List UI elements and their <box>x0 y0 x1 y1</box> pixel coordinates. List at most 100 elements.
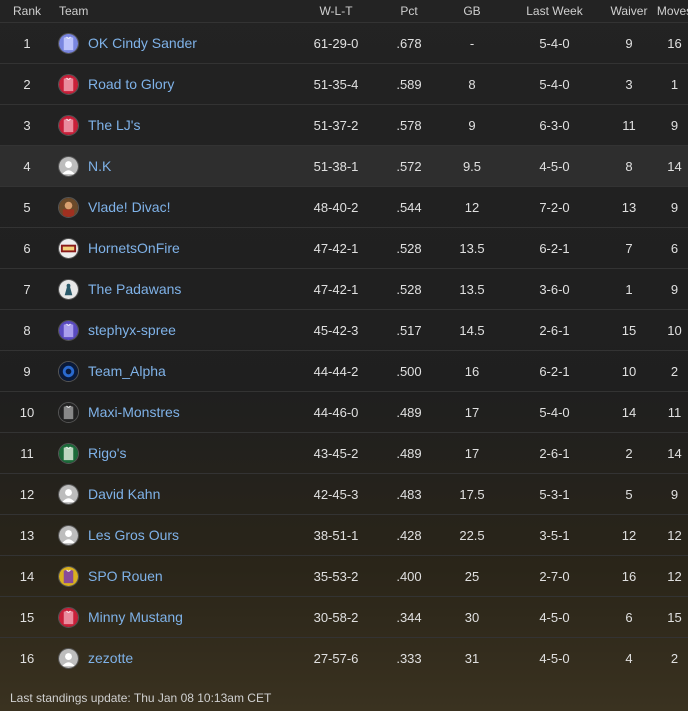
header-moves[interactable]: Moves <box>656 0 688 23</box>
jersey-red-icon[interactable] <box>58 606 79 628</box>
jersey-red-icon[interactable] <box>58 114 79 136</box>
default-avatar-icon[interactable] <box>58 524 79 546</box>
photo-avatar-icon[interactable] <box>58 196 79 218</box>
team-cell: Team_Alpha <box>54 351 291 392</box>
last-update-text: Last standings update: Thu Jan 08 10:13a… <box>10 691 272 705</box>
table-row: 5 Vlade! Divac! 48-40-2 .544 12 7-2-0 13 9 <box>0 186 688 228</box>
padawan-logo-icon[interactable] <box>58 278 79 300</box>
team-cell: Rigo's <box>54 433 291 474</box>
team-name-link[interactable]: zezotte <box>88 650 133 666</box>
team-name-link[interactable]: Vlade! Divac! <box>88 199 170 215</box>
team-cell: HornetsOnFire <box>54 228 291 269</box>
waiver-cell: 7 <box>625 240 633 256</box>
team-name-link[interactable]: OK Cindy Sander <box>88 35 197 51</box>
moves-cell: 14 <box>667 158 682 174</box>
wlt-cell: 51-35-4 <box>313 76 359 92</box>
pct-cell: .483 <box>396 486 422 502</box>
jersey-blue-icon[interactable] <box>58 32 79 54</box>
rank-cell: 12 <box>19 486 35 502</box>
table-row: 3 The LJ's 51-37-2 .578 9 6-3-0 11 9 <box>0 104 688 146</box>
waiver-cell: 8 <box>625 158 633 174</box>
header-gb[interactable]: GB <box>437 0 507 23</box>
gb-cell: 13.5 <box>459 281 485 297</box>
team-name-link[interactable]: Road to Glory <box>88 76 174 92</box>
pct-cell: .517 <box>396 322 422 338</box>
team-name-link[interactable]: The LJ's <box>88 117 140 133</box>
rank-cell: 14 <box>19 568 35 584</box>
table-row: 11 Rigo's 43-45-2 .489 17 2-6-1 2 14 <box>0 432 688 474</box>
team-name-link[interactable]: Team_Alpha <box>88 363 166 379</box>
team-name-link[interactable]: Minny Mustang <box>88 609 183 625</box>
waiver-cell: 15 <box>621 322 637 338</box>
team-logo-icon[interactable] <box>58 237 79 259</box>
team-cell: David Kahn <box>54 474 291 515</box>
header-pct[interactable]: Pct <box>381 0 437 23</box>
default-avatar-icon[interactable] <box>58 483 79 505</box>
default-avatar-icon[interactable] <box>58 155 79 177</box>
table-row: 4 N.K 51-38-1 .572 9.5 4-5-0 8 14 <box>0 145 688 187</box>
last-week-cell: 4-5-0 <box>539 158 570 174</box>
rank-cell: 5 <box>23 199 31 215</box>
wlt-cell: 38-51-1 <box>313 527 359 543</box>
team-name-link[interactable]: SPO Rouen <box>88 568 163 584</box>
header-rank[interactable]: Rank <box>0 0 54 23</box>
rank-cell: 11 <box>20 445 34 461</box>
last-week-cell: 5-3-1 <box>539 486 570 502</box>
pct-cell: .578 <box>396 117 422 133</box>
last-week-cell: 2-6-1 <box>539 322 570 338</box>
header-waiver[interactable]: Waiver <box>602 0 656 23</box>
last-week-cell: 2-6-1 <box>539 445 570 461</box>
table-row: 12 David Kahn 42-45-3 .483 17.5 5-3-1 5 9 <box>0 473 688 515</box>
wlt-cell: 30-58-2 <box>313 609 359 625</box>
jersey-green-icon[interactable] <box>58 442 79 464</box>
gb-cell: 9 <box>468 117 476 133</box>
jersey-red-icon[interactable] <box>58 73 79 95</box>
rank-cell: 6 <box>23 240 31 256</box>
moves-cell: 9 <box>670 199 679 215</box>
rank-cell: 15 <box>19 609 35 625</box>
wlt-cell: 35-53-2 <box>313 568 359 584</box>
pct-cell: .344 <box>396 609 422 625</box>
wlt-cell: 45-42-3 <box>313 322 359 338</box>
waiver-cell: 12 <box>621 527 637 543</box>
wlt-cell: 51-37-2 <box>313 117 359 133</box>
pct-cell: .489 <box>396 404 422 420</box>
moves-cell: 9 <box>670 281 679 297</box>
gb-cell: 17.5 <box>459 486 485 502</box>
pct-cell: .428 <box>396 527 422 543</box>
header-last-week[interactable]: Last Week <box>507 0 602 23</box>
jersey-black-icon[interactable] <box>58 401 79 423</box>
team-name-link[interactable]: N.K <box>88 158 111 174</box>
pct-cell: .678 <box>396 35 422 51</box>
team-name-link[interactable]: HornetsOnFire <box>88 240 180 256</box>
header-wlt[interactable]: W-L-T <box>291 0 381 23</box>
jersey-purple-icon[interactable] <box>58 319 79 341</box>
jersey-yellow-icon[interactable] <box>58 565 79 587</box>
gb-cell: - <box>469 35 475 51</box>
gb-cell: 31 <box>464 650 480 666</box>
last-week-cell: 5-4-0 <box>539 76 570 92</box>
gb-cell: 12 <box>464 199 480 215</box>
gb-cell: 9.5 <box>462 158 482 174</box>
team-name-link[interactable]: The Padawans <box>88 281 181 297</box>
team-name-link[interactable]: stephyx-spree <box>88 322 176 338</box>
table-row: 6 HornetsOnFire 47-42-1 .528 13.5 6-2-1 7 6 <box>0 227 688 269</box>
wlt-cell: 61-29-0 <box>313 35 359 51</box>
team-name-link[interactable]: Les Gros Ours <box>88 527 179 543</box>
moves-cell: 12 <box>667 568 682 584</box>
table-row: 14 SPO Rouen 35-53-2 .400 25 2-7-0 16 12 <box>0 555 688 597</box>
alpha-logo-icon[interactable] <box>58 360 79 382</box>
team-name-link[interactable]: Rigo's <box>88 445 126 461</box>
rank-cell: 16 <box>19 650 35 666</box>
rank-cell: 3 <box>23 117 31 133</box>
default-avatar-icon[interactable] <box>58 647 79 669</box>
header-team[interactable]: Team <box>54 0 291 23</box>
last-week-cell: 7-2-0 <box>539 199 570 215</box>
last-week-cell: 6-2-1 <box>539 240 570 256</box>
team-name-link[interactable]: David Kahn <box>88 486 160 502</box>
last-week-cell: 4-5-0 <box>539 609 570 625</box>
team-cell: Les Gros Ours <box>54 515 291 556</box>
waiver-cell: 9 <box>625 35 633 51</box>
rank-cell: 9 <box>23 363 31 379</box>
team-name-link[interactable]: Maxi-Monstres <box>88 404 180 420</box>
